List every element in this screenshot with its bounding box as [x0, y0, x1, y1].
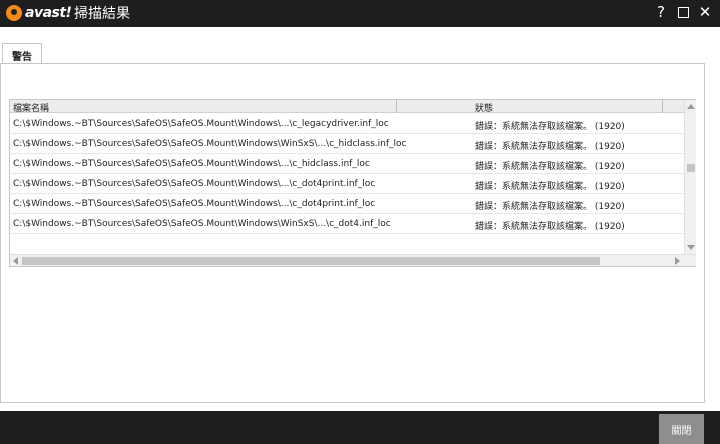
avast-orange-icon	[6, 5, 22, 21]
column-header-status[interactable]: 狀態	[475, 101, 493, 114]
maximize-icon	[677, 7, 689, 18]
window-title: 掃描結果	[74, 6, 130, 22]
column-separator[interactable]	[396, 100, 397, 113]
table-row[interactable]: C:\$Windows.~BT\Sources\SafeOS\SafeOS.Mo…	[10, 174, 684, 194]
help-button[interactable]: ?	[654, 2, 668, 22]
status-cell: 錯誤：系統無法存取該檔案。 (1920)	[475, 202, 625, 212]
scroll-left-arrow-icon[interactable]	[13, 257, 18, 265]
maximize-button[interactable]	[676, 2, 690, 22]
scroll-down-arrow-icon[interactable]	[687, 245, 695, 250]
table-header: 檔案名稱 狀態	[10, 100, 684, 114]
file-path-cell: C:\$Windows.~BT\Sources\SafeOS\SafeOS.Mo…	[13, 119, 389, 129]
horizontal-scroll-thumb[interactable]	[22, 257, 600, 265]
column-header-filename[interactable]: 檔案名稱	[13, 101, 49, 114]
close-window-button[interactable]: ✕	[698, 2, 712, 22]
scroll-right-arrow-icon[interactable]	[675, 257, 680, 265]
horizontal-scrollbar[interactable]	[10, 254, 696, 266]
file-path-cell: C:\$Windows.~BT\Sources\SafeOS\SafeOS.Mo…	[13, 159, 370, 169]
avast-logo: avast!	[6, 3, 72, 23]
status-cell: 錯誤：系統無法存取該檔案。 (1920)	[475, 222, 625, 232]
tab-warnings[interactable]: 警告	[2, 43, 42, 64]
vertical-scrollbar[interactable]	[684, 100, 696, 254]
table-row[interactable]: C:\$Windows.~BT\Sources\SafeOS\SafeOS.Mo…	[10, 134, 684, 154]
status-cell: 錯誤：系統無法存取該檔案。 (1920)	[475, 122, 625, 132]
table-row[interactable]: C:\$Windows.~BT\Sources\SafeOS\SafeOS.Mo…	[10, 154, 684, 174]
close-button[interactable]: 關閉	[659, 414, 704, 444]
title-bar: avast! 掃描結果 ? ✕	[0, 0, 720, 27]
scan-results-table: 檔案名稱 狀態 C:\$Windows.~BT\Sources\SafeOS\S…	[9, 99, 696, 267]
status-cell: 錯誤：系統無法存取該檔案。 (1920)	[475, 182, 625, 192]
file-path-cell: C:\$Windows.~BT\Sources\SafeOS\SafeOS.Mo…	[13, 199, 376, 209]
vertical-scroll-thumb[interactable]	[687, 164, 695, 172]
scroll-up-arrow-icon[interactable]	[687, 104, 695, 109]
file-path-cell: C:\$Windows.~BT\Sources\SafeOS\SafeOS.Mo…	[13, 139, 407, 149]
table-row[interactable]: C:\$Windows.~BT\Sources\SafeOS\SafeOS.Mo…	[10, 114, 684, 134]
file-path-cell: C:\$Windows.~BT\Sources\SafeOS\SafeOS.Mo…	[13, 219, 391, 229]
bottom-bar	[0, 411, 720, 444]
status-cell: 錯誤：系統無法存取該檔案。 (1920)	[475, 162, 625, 172]
table-row[interactable]: C:\$Windows.~BT\Sources\SafeOS\SafeOS.Mo…	[10, 194, 684, 214]
file-path-cell: C:\$Windows.~BT\Sources\SafeOS\SafeOS.Mo…	[13, 179, 376, 189]
column-separator[interactable]	[662, 100, 663, 113]
brand-name: avast!	[25, 5, 72, 21]
window-controls: ? ✕	[654, 2, 712, 22]
status-cell: 錯誤：系統無法存取該檔案。 (1920)	[475, 142, 625, 152]
tab-strip: 警告	[0, 27, 720, 64]
table-row[interactable]: C:\$Windows.~BT\Sources\SafeOS\SafeOS.Mo…	[10, 214, 684, 234]
